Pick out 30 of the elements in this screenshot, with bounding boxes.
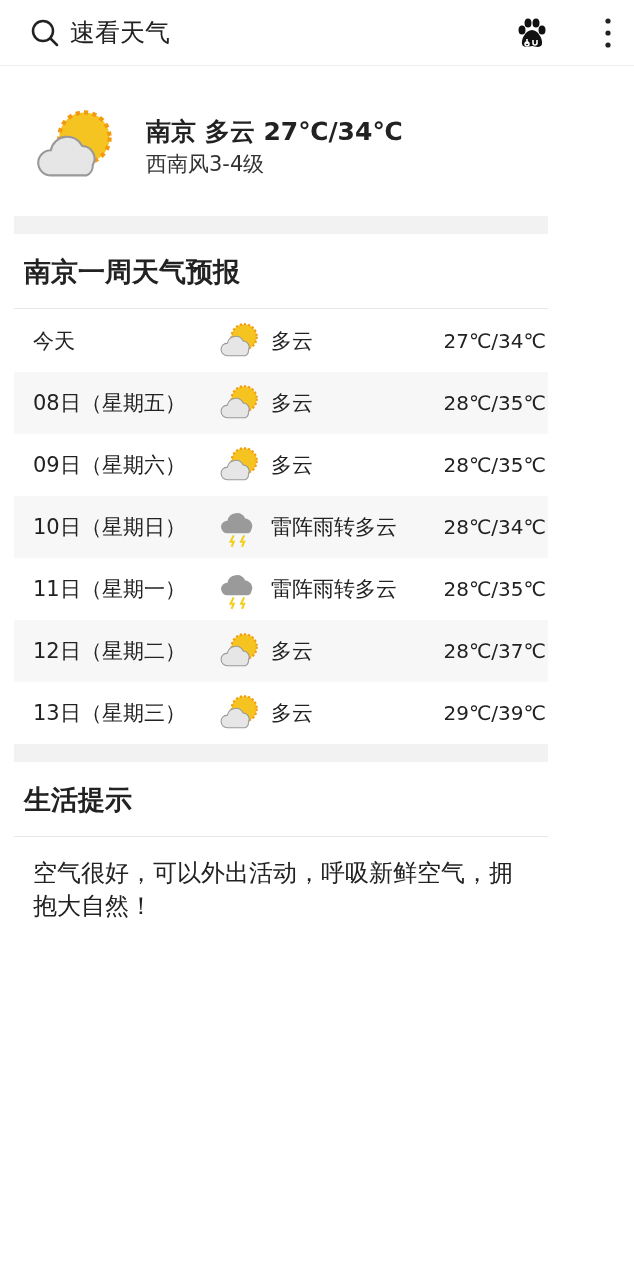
weather-text: 多云 [271,638,314,665]
weather-text: 雷阵雨转多云 [271,576,398,603]
date-text: 12日（星期二） [33,638,187,665]
temperature-text: 28℃/37℃ [443,639,546,663]
temperature-text: 28℃/35℃ [443,391,546,415]
date-text: 08日（星期五） [33,390,187,417]
temperature-text: 28℃/35℃ [443,453,546,477]
temperature-text: 28℃/34℃ [443,515,546,539]
section-heading: 南京一周天气预报 [14,234,548,309]
date-text: 今天 [33,328,76,355]
date-text: 10日（星期日） [33,514,187,541]
weather-text: 多云 [271,328,314,355]
tip-text: 空气很好，可以外出活动，呼吸新鲜空气，拥抱大自然！ [32,858,514,922]
more-icon[interactable] [604,16,612,49]
paw-icon[interactable] [516,16,548,49]
date-text: 09日（星期六） [33,452,187,479]
temperature-text: 28℃/35℃ [443,577,546,601]
temperature-text: 27℃/34℃ [443,329,546,353]
temperature-text: 29℃/39℃ [443,701,546,725]
wind-text: 西南风3-4级 [146,150,266,178]
weather-text: 多云 [271,452,314,479]
section-heading: 生活提示 [14,762,548,837]
app-title: 速看天气 [70,17,171,49]
weather-headline: 南京 多云 27℃/34℃ [146,115,403,148]
date-text: 11日（星期一） [33,576,187,603]
date-text: 13日（星期三） [33,700,187,727]
search-icon[interactable] [30,17,60,48]
weather-text: 多云 [271,390,314,417]
weather-text: 雷阵雨转多云 [271,514,398,541]
weather-text: 多云 [271,700,314,727]
